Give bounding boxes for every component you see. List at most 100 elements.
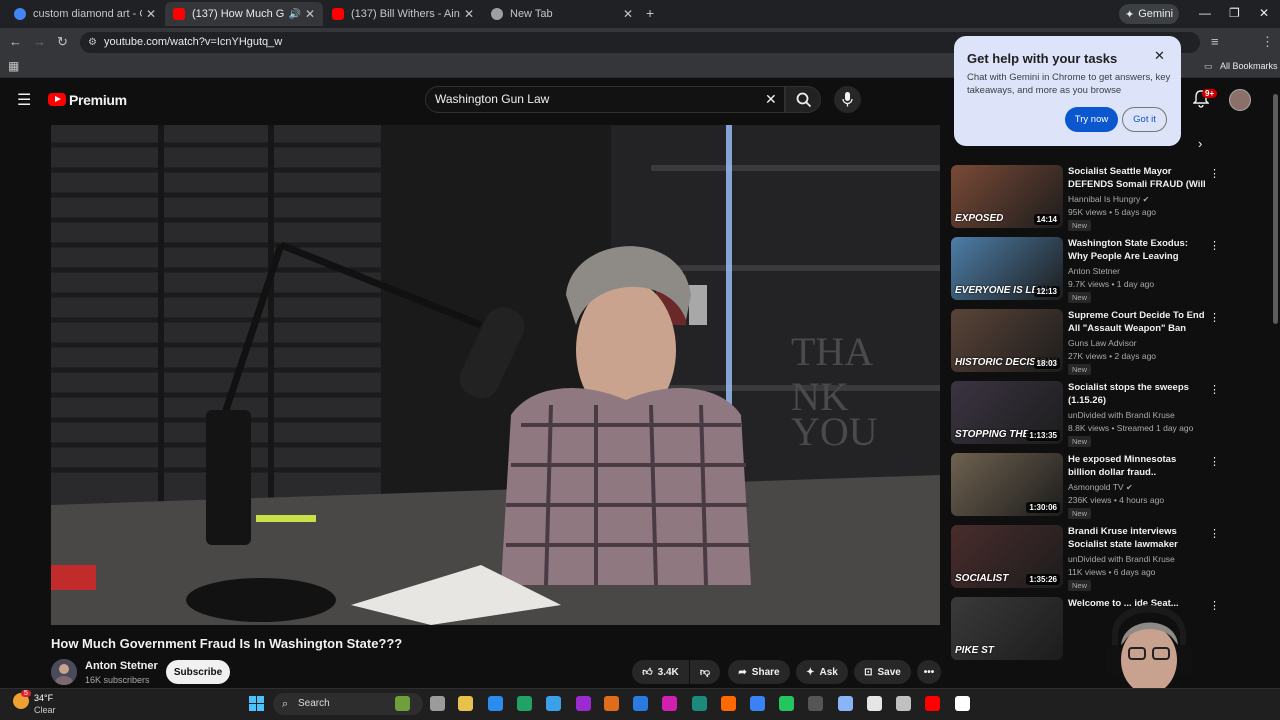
- video-thumbnail[interactable]: EVERYONE IS LEAV 12:13: [951, 237, 1063, 300]
- all-bookmarks-link[interactable]: All Bookmarks: [1220, 61, 1278, 71]
- close-icon[interactable]: ✕: [464, 7, 474, 21]
- close-icon[interactable]: ✕: [1154, 48, 1165, 64]
- channel-name[interactable]: Anton Stetner: [85, 660, 158, 672]
- youtube-logo-icon[interactable]: [48, 93, 66, 106]
- more-actions-button[interactable]: •••: [917, 660, 941, 684]
- minimize-icon[interactable]: —: [1199, 6, 1211, 20]
- search-button[interactable]: [785, 86, 821, 113]
- video-player[interactable]: THA NK YOU: [51, 125, 940, 625]
- menu-kebab-icon[interactable]: ⋮: [1261, 34, 1274, 50]
- maps-icon[interactable]: [838, 696, 853, 711]
- recommendation-item[interactable]: EXPOSED 14:14 Socialist Seattle Mayor DEFE…: [951, 165, 1220, 231]
- obs-icon[interactable]: [896, 696, 911, 711]
- paramount-icon[interactable]: [662, 696, 677, 711]
- gemini-button[interactable]: ✦ Gemini: [1119, 4, 1179, 24]
- share-button[interactable]: ➦ Share: [728, 660, 790, 684]
- forward-arrow-icon[interactable]: →: [33, 34, 46, 49]
- recommendation-channel[interactable]: Asmongold TV ✔: [1068, 482, 1133, 492]
- recommendation-title[interactable]: Socialist Seattle Mayor DEFENDS Somali F…: [1068, 165, 1206, 191]
- app-icon[interactable]: [395, 696, 410, 711]
- browser-tab-1[interactable]: custom diamond art - Google S ✕: [6, 2, 164, 26]
- window-close-icon[interactable]: ✕: [1259, 6, 1269, 20]
- recommendation-channel[interactable]: unDivided with Brandi Kruse: [1068, 410, 1175, 420]
- ask-button[interactable]: ✦ Ask: [796, 660, 848, 684]
- recommendation-title[interactable]: Supreme Court Decide To End All "Assault…: [1068, 309, 1206, 335]
- terminal-icon[interactable]: [692, 696, 707, 711]
- recommendation-title[interactable]: Socialist stops the sweeps (1.15.26): [1068, 381, 1206, 407]
- search-input[interactable]: Washington Gun Law ✕: [425, 86, 785, 113]
- video-thumbnail[interactable]: HISTORIC DECISION! 18:03: [951, 309, 1063, 372]
- windows-start-icon[interactable]: [249, 696, 264, 711]
- like-button[interactable]: 👍︎ 3.4K: [632, 660, 689, 684]
- excel-icon[interactable]: [517, 696, 532, 711]
- recommendation-item[interactable]: HISTORIC DECISION! 18:03 Supreme Court Dec…: [951, 309, 1220, 375]
- discord-icon[interactable]: [721, 696, 736, 711]
- more-options-icon[interactable]: ⋮: [1209, 239, 1220, 252]
- recommendation-item[interactable]: STOPPING THE 1:13:35 Socialist stops the s…: [951, 381, 1220, 447]
- account-avatar[interactable]: [1229, 89, 1251, 111]
- speaker-icon[interactable]: 🔊: [288, 9, 300, 20]
- cursor-icon[interactable]: [955, 696, 970, 711]
- file-explorer-icon[interactable]: [458, 696, 473, 711]
- more-options-icon[interactable]: ⋮: [1209, 527, 1220, 540]
- video-thumbnail[interactable]: EXPOSED 14:14: [951, 165, 1063, 228]
- video-thumbnail[interactable]: 1:30:06: [951, 453, 1063, 516]
- more-options-icon[interactable]: ⋮: [1209, 167, 1220, 180]
- hamburger-menu-icon[interactable]: ☰: [17, 90, 31, 110]
- youtube-premium-logo[interactable]: Premium: [69, 92, 127, 108]
- recommendation-title[interactable]: Brandi Kruse interviews Socialist state …: [1068, 525, 1206, 551]
- new-tab-plus-icon[interactable]: +: [646, 5, 654, 21]
- more-options-icon[interactable]: ⋮: [1209, 455, 1220, 468]
- recommendation-item[interactable]: EVERYONE IS LEAV 12:13 Washington State Ex…: [951, 237, 1220, 303]
- close-icon[interactable]: ✕: [623, 7, 633, 21]
- cortana-icon[interactable]: [779, 696, 794, 711]
- browser-tab-2[interactable]: (137) How Much Governme 🔊 ✕: [165, 2, 323, 26]
- brave-icon[interactable]: [750, 696, 765, 711]
- svg-text:THA: THA: [791, 329, 873, 374]
- media-controls-icon[interactable]: ≡: [1211, 34, 1219, 49]
- browser-tab-3[interactable]: (137) Bill Withers - Ain't No Sun ✕: [324, 2, 482, 26]
- page-scrollbar[interactable]: [1273, 94, 1278, 324]
- browser-tab-4[interactable]: New Tab ✕: [483, 2, 641, 26]
- recommendation-title[interactable]: He exposed Minnesotas billion dollar fra…: [1068, 453, 1206, 479]
- reload-icon[interactable]: ↻: [57, 34, 68, 50]
- maximize-icon[interactable]: ❐: [1229, 6, 1240, 20]
- subscribe-button[interactable]: Subscribe: [166, 660, 230, 684]
- site-info-icon[interactable]: ⚙: [88, 32, 97, 53]
- video-thumbnail[interactable]: STOPPING THE 1:13:35: [951, 381, 1063, 444]
- apps-grid-icon[interactable]: ▦: [8, 59, 19, 73]
- firefox-icon[interactable]: [604, 696, 619, 711]
- more-options-icon[interactable]: ⋮: [1209, 311, 1220, 324]
- got-it-button[interactable]: Got it: [1122, 107, 1167, 132]
- edge-icon[interactable]: [488, 696, 503, 711]
- recommendation-item[interactable]: 1:30:06 He exposed Minnesotas billion dol…: [951, 453, 1220, 519]
- video-thumbnail[interactable]: PIKE ST: [951, 597, 1063, 660]
- channel-avatar[interactable]: [51, 659, 77, 685]
- teams-icon[interactable]: [576, 696, 591, 711]
- recommendation-channel[interactable]: unDivided with Brandi Kruse: [1068, 554, 1175, 564]
- save-button[interactable]: ⊡ Save: [854, 660, 911, 684]
- task-view-icon[interactable]: [430, 696, 445, 711]
- recommendation-channel[interactable]: Anton Stetner: [1068, 266, 1120, 276]
- recommendation-channel[interactable]: Guns Law Advisor: [1068, 338, 1137, 348]
- dislike-button[interactable]: 👎︎: [690, 660, 720, 684]
- chrome-icon[interactable]: [546, 696, 561, 711]
- thumbnail-text: STOPPING THE: [955, 429, 1030, 440]
- try-now-button[interactable]: Try now: [1065, 107, 1118, 132]
- chevron-right-icon[interactable]: ›: [1198, 136, 1202, 151]
- recommendation-item[interactable]: SOCIALIST 1:35:26 Brandi Kruse interviews …: [951, 525, 1220, 591]
- recommendation-channel[interactable]: Hannibal Is Hungry ✔: [1068, 194, 1149, 204]
- messenger-icon[interactable]: [633, 696, 648, 711]
- close-icon[interactable]: ✕: [305, 7, 315, 21]
- recommendation-title[interactable]: Washington State Exodus: Why People Are …: [1068, 237, 1206, 263]
- notepad-icon[interactable]: [867, 696, 882, 711]
- clear-search-icon[interactable]: ✕: [765, 87, 777, 112]
- steam-icon[interactable]: [808, 696, 823, 711]
- video-thumbnail[interactable]: SOCIALIST 1:35:26: [951, 525, 1063, 588]
- voice-search-button[interactable]: [834, 86, 861, 113]
- more-options-icon[interactable]: ⋮: [1209, 383, 1220, 396]
- back-arrow-icon[interactable]: ←: [9, 34, 22, 49]
- more-options-icon[interactable]: ⋮: [1209, 599, 1220, 612]
- youtube-icon[interactable]: [925, 696, 940, 711]
- close-icon[interactable]: ✕: [146, 7, 156, 21]
